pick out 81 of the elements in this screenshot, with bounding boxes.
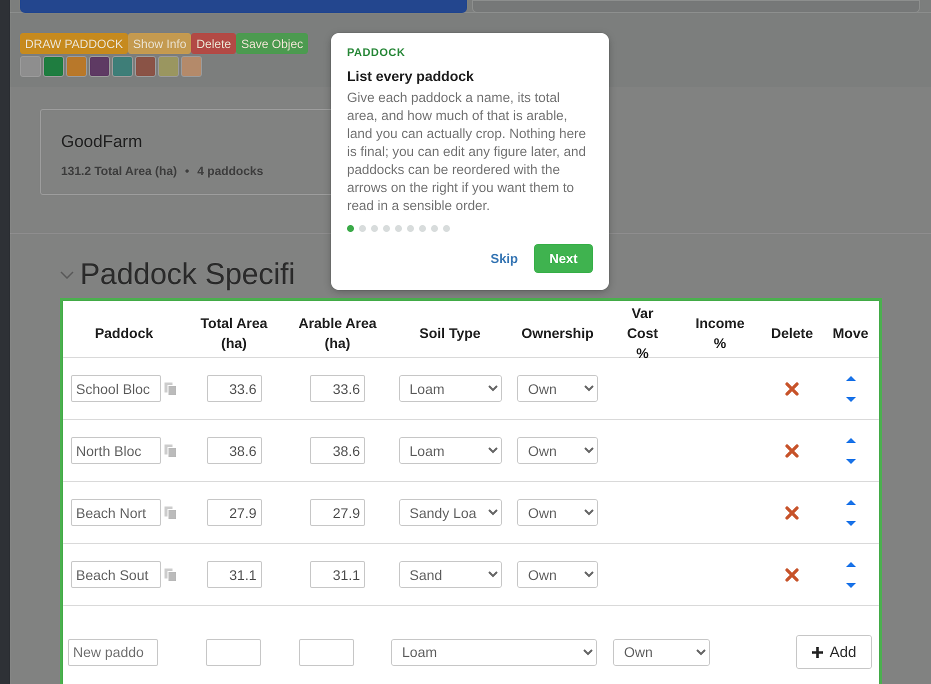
step-dot[interactable] [395, 225, 402, 232]
plus-icon [812, 646, 823, 658]
color-swatch[interactable] [20, 56, 41, 77]
total-area-field[interactable]: 31.1 [206, 561, 262, 588]
column-header: Soil Type [418, 324, 482, 343]
tab-button[interactable] [20, 0, 466, 13]
column-header: Income % [694, 314, 746, 353]
arable-area-field[interactable]: 27.9 [310, 499, 365, 526]
soil-type-select[interactable]: Sand [398, 561, 502, 588]
step-dot[interactable] [431, 225, 438, 232]
soil-type-select[interactable]: Loam [398, 375, 502, 402]
move-down-icon[interactable] [846, 582, 856, 588]
arable-area-field[interactable]: 33.6 [310, 375, 365, 402]
column-header: Total Area (ha) [200, 314, 268, 353]
move-up-icon[interactable] [846, 500, 856, 504]
color-swatch[interactable] [112, 56, 133, 77]
total-area-field[interactable]: 27.9 [206, 499, 262, 526]
column-header: Move [832, 324, 870, 343]
column-header: Delete [770, 324, 814, 343]
new-paddock-field[interactable]: New paddo [68, 638, 158, 666]
color-swatch[interactable] [89, 56, 110, 77]
move-up-icon[interactable] [846, 562, 856, 566]
arable-area-field[interactable] [299, 638, 354, 666]
step-dot[interactable] [371, 225, 378, 232]
copy-icon[interactable] [164, 382, 177, 396]
ownership-select[interactable]: Own [517, 561, 598, 588]
arable-area-field[interactable]: 31.1 [310, 561, 365, 588]
section-title: Paddock Specifi [80, 258, 296, 292]
soil-type-select[interactable]: Loam [398, 437, 502, 464]
chevron-icon[interactable] [60, 271, 74, 279]
delete-icon[interactable] [785, 506, 799, 520]
copy-icon[interactable] [164, 506, 177, 520]
step-dot[interactable] [443, 225, 450, 232]
color-swatch[interactable] [66, 56, 87, 77]
soil-type-select[interactable]: Loam [391, 638, 597, 666]
color-swatch[interactable] [181, 56, 202, 77]
step-dot[interactable] [419, 225, 426, 232]
move-down-icon[interactable] [846, 396, 856, 402]
paddock-name-field[interactable]: Beach Sout [71, 561, 161, 588]
move-up-icon[interactable] [846, 376, 856, 380]
ownership-select[interactable]: Own [517, 375, 598, 402]
total-area-field[interactable]: 38.6 [206, 437, 262, 464]
paddock-name-field[interactable]: School Bloc [71, 375, 161, 402]
separator-dot: • [185, 164, 190, 178]
move-up-icon[interactable] [846, 438, 856, 442]
paddock-count: 4 paddocks [197, 164, 264, 178]
total-area: 131.2 Total Area (ha) [61, 164, 178, 178]
delete-icon[interactable] [785, 444, 799, 458]
column-header: Var Cost % [626, 304, 660, 363]
add-button[interactable]: Add [796, 635, 872, 669]
tour-title: List every paddock [347, 68, 475, 84]
skip-button[interactable]: Skip [490, 251, 518, 266]
copy-icon[interactable] [164, 568, 177, 582]
step-dot[interactable] [347, 225, 354, 232]
ownership-select[interactable]: Own [517, 437, 598, 464]
soil-type-select[interactable]: Sandy Loa [398, 499, 502, 526]
color-swatch[interactable] [158, 56, 179, 77]
step-dot[interactable] [359, 225, 366, 232]
paddock-name-field[interactable]: Beach Nort [71, 499, 161, 526]
delete-icon[interactable] [785, 382, 799, 396]
tour-description: Give each paddock a name, its total area, and how much of that is arable, land you can actually crop. Nothing here is final; you can edit any figure later, and paddocks can be reordered with the arrows on the right if you want them to read in a sensible order. [347, 89, 587, 215]
column-header: Paddock [94, 324, 154, 343]
copy-icon[interactable] [164, 444, 177, 458]
step-dot[interactable] [407, 225, 414, 232]
ownership-select[interactable]: Own [613, 638, 710, 666]
color-swatch[interactable] [43, 56, 64, 77]
tour-category: PADDOCK [347, 47, 406, 59]
column-header: Arable Area (ha) [297, 314, 378, 353]
ownership-select[interactable]: Own [517, 499, 598, 526]
arable-area-field[interactable]: 38.6 [310, 437, 365, 464]
total-area-field[interactable] [206, 638, 261, 666]
paddock-name-field[interactable]: North Bloc [71, 437, 161, 464]
column-header: Ownership [520, 324, 595, 343]
color-swatch[interactable] [135, 56, 156, 77]
move-down-icon[interactable] [846, 520, 856, 526]
move-down-icon[interactable] [846, 458, 856, 464]
delete-icon[interactable] [785, 568, 799, 582]
step-dot[interactable] [383, 225, 390, 232]
farm-name: GoodFarm [61, 132, 142, 152]
toolbar-button[interactable]: Delete [191, 33, 236, 54]
total-area-field[interactable]: 33.6 [206, 375, 262, 402]
